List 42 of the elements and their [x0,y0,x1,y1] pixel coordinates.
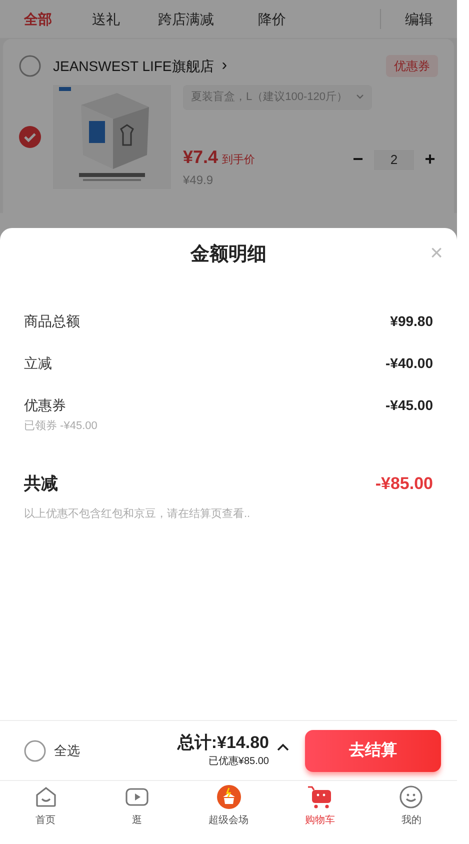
row-value: ¥99.80 [390,312,433,330]
filter-tab[interactable]: 跨店满减 [158,8,258,30]
minus-button[interactable]: − [350,146,366,173]
basket-icon [216,785,241,809]
select-all-checkbox[interactable] [24,740,46,762]
shop-checkbox[interactable] [19,55,41,77]
edit-button[interactable]: 编辑 [405,8,433,30]
quantity-field[interactable]: 2 [374,150,414,170]
row-note: 已领券 -¥45.00 [24,419,98,434]
total-label: 共减 [24,472,58,494]
disclaimer-text: 以上优惠不包含红包和京豆，请在结算页查看.. [24,506,252,522]
select-all-label: 全选 [54,742,80,760]
item-checkbox[interactable] [19,126,41,148]
cart-total: 总计:¥14.80 [177,732,269,754]
row-value: -¥40.00 [386,354,433,372]
row-label: 优惠券 [24,396,66,414]
caret-icon[interactable] [277,742,289,750]
checkout-button[interactable]: 去结算 [305,730,441,772]
total-value: -¥85.00 [375,472,433,494]
filter-tab[interactable]: 全部 [24,8,92,30]
nav-tab[interactable]: 逛 [91,785,183,844]
nav-tab[interactable]: 我的 [366,785,457,844]
nav-tab[interactable]: 购物车 [274,785,366,844]
plus-button[interactable]: + [422,146,438,173]
dropdown-icon [356,94,364,100]
row-label: 立减 [24,354,52,372]
play-icon [125,785,150,809]
filter-tab[interactable]: 降价 [258,8,318,30]
shop-link[interactable]: JEANSWEST LIFE旗舰店 › [53,54,228,78]
original-price: ¥49.9 [183,172,214,189]
smiley-icon [399,785,424,809]
nav-tab[interactable]: 超级会场 [182,785,274,844]
home-icon [34,785,57,809]
price-label: 到手价 [222,153,256,168]
current-price: ¥7.4 [183,146,218,169]
savings-text: 已优惠¥85.00 [208,754,269,769]
row-label: 商品总额 [24,312,80,330]
sheet-title: 金额明细 [190,242,266,267]
filter-tab[interactable]: 送礼 [92,8,158,30]
cart-icon [306,785,333,809]
nav-tab[interactable]: 首页 [0,785,92,844]
row-value: -¥45.00 [386,396,433,414]
